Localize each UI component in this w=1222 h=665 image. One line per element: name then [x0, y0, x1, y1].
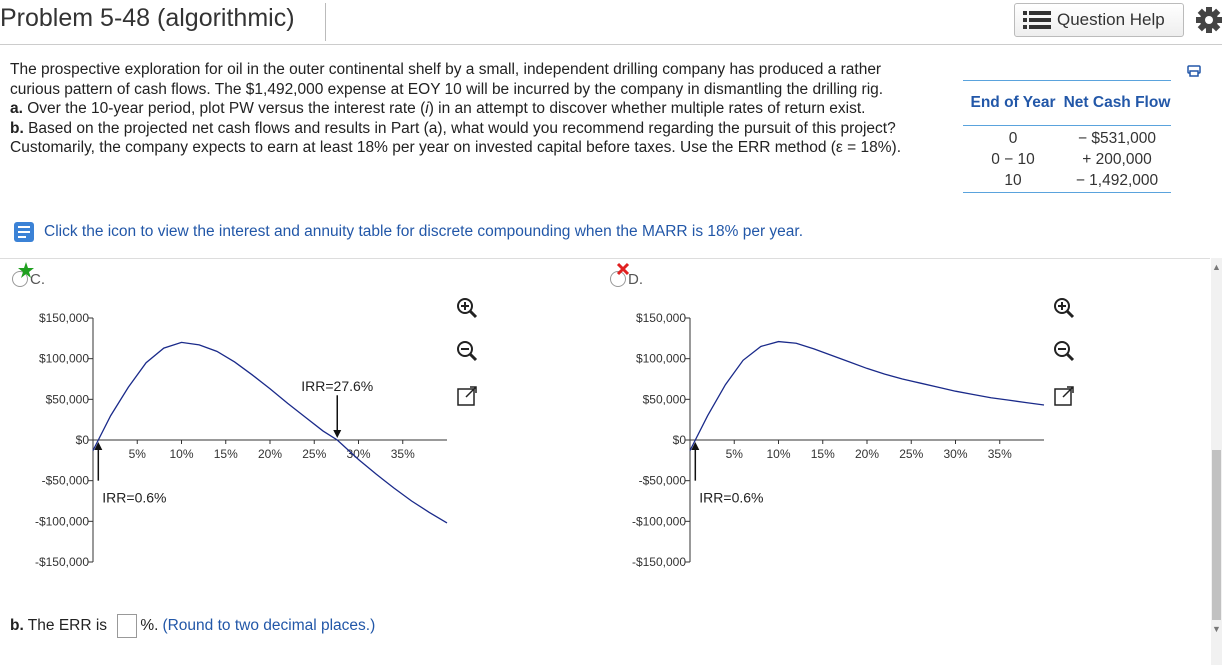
option-d-label: D.	[628, 271, 643, 288]
interest-table-link-text[interactable]: Click the icon to view the interest and …	[44, 223, 803, 241]
expand-icon[interactable]	[456, 385, 478, 407]
question-help-label: Question Help	[1057, 10, 1165, 29]
part-a-text-end: ) in an attempt to discover whether mult…	[428, 100, 866, 117]
irr-label: IRR=27.6%	[301, 378, 373, 394]
gear-icon[interactable]	[1196, 6, 1222, 34]
table-cell: − 1,492,000	[1075, 171, 1159, 189]
x-tick-label: 35%	[391, 447, 415, 461]
table-cell: 10	[1004, 171, 1022, 189]
y-tick-label: $0	[76, 433, 90, 447]
header-end-of-year: End of Year	[970, 94, 1056, 111]
x-tick-label: 15%	[811, 447, 835, 461]
scroll-down-arrow[interactable]: ▼	[1212, 624, 1221, 634]
y-tick-label: $50,000	[643, 392, 687, 406]
y-tick-label: $0	[673, 433, 687, 447]
x-tick-label: 5%	[129, 447, 147, 461]
zoom-out-icon[interactable]	[456, 340, 478, 362]
table-row: 0 − $531,000	[963, 128, 1171, 149]
err-text: The ERR is	[23, 617, 112, 634]
round-note: (Round to two decimal places.)	[162, 617, 376, 634]
x-tick-label: 20%	[855, 447, 879, 461]
table-header: End of Year Net Cash Flow	[963, 81, 1171, 125]
part-b-text: Based on the projected net cash flows an…	[10, 119, 902, 157]
err-suffix: %.	[140, 617, 159, 634]
x-tick-label: 20%	[258, 447, 282, 461]
y-tick-label: -$100,000	[35, 514, 89, 528]
x-tick-label: 15%	[214, 447, 238, 461]
table-rule	[963, 125, 1171, 126]
y-tick-label: $100,000	[39, 352, 89, 366]
option-c-label: C.	[30, 271, 45, 288]
y-tick-label: -$100,000	[632, 514, 686, 528]
irr-arrowhead	[333, 430, 342, 438]
book-icon[interactable]	[12, 220, 36, 244]
print-icon[interactable]	[1186, 62, 1202, 78]
x-tick-label: 10%	[169, 447, 193, 461]
chart-d-svg: $150,000 $100,000 $50,000 $0 -$50,000 -$100,0…	[632, 311, 1045, 569]
table-cell: 0	[1008, 129, 1018, 147]
table-cell: 0 − 10	[991, 150, 1035, 168]
part-a-label: a.	[10, 100, 23, 117]
x-tick-label: 10%	[766, 447, 790, 461]
part-b-label: b.	[10, 119, 24, 137]
expand-icon[interactable]	[1053, 385, 1075, 407]
zoom-in-icon[interactable]	[456, 297, 478, 319]
x-tick-label: 5%	[726, 447, 744, 461]
problem-intro: The prospective exploration for oil in t…	[10, 61, 884, 98]
problem-statement: The prospective exploration for oil in t…	[10, 60, 910, 158]
table-row: 10 − 1,492,000	[963, 170, 1171, 191]
page-title: Problem 5-48 (algorithmic)	[0, 4, 295, 32]
y-tick-label: -$50,000	[639, 474, 687, 488]
table-rule	[963, 192, 1171, 193]
x-tick-label: 30%	[943, 447, 967, 461]
y-tick-label: -$150,000	[632, 555, 686, 569]
y-tick-label: $150,000	[636, 311, 686, 325]
err-question: b. The ERR is %. (Round to two decimal p…	[10, 614, 375, 638]
zoom-in-icon[interactable]	[1053, 297, 1075, 319]
table-cell: − $531,000	[1077, 129, 1156, 147]
part-b-label: b.	[10, 617, 24, 634]
scroll-up-arrow[interactable]: ▲	[1212, 262, 1221, 272]
table-row: 0 − 10 + 200,000	[963, 149, 1171, 170]
part-a-text: Over the 10-year period, plot PW versus …	[22, 100, 426, 117]
err-answer-input[interactable]	[117, 614, 138, 638]
header-divider	[0, 44, 1222, 45]
x-tick-label: 25%	[899, 447, 923, 461]
question-help-button[interactable]: Question Help	[1014, 3, 1184, 37]
pw-curve	[689, 340, 1045, 451]
section-divider	[0, 258, 1210, 259]
irr-label: IRR=0.6%	[699, 490, 763, 506]
x-tick-label: 25%	[302, 447, 326, 461]
option-c[interactable]: C.	[12, 262, 52, 288]
header-net-cash-flow: Net Cash Flow	[1063, 94, 1171, 111]
y-tick-label: $50,000	[46, 392, 90, 406]
cash-flow-table: End of Year Net Cash Flow 0 − $531,000 0…	[963, 80, 1171, 193]
zoom-out-icon[interactable]	[1053, 340, 1075, 362]
scrollbar-thumb[interactable]	[1212, 450, 1221, 620]
y-tick-label: $100,000	[636, 352, 686, 366]
y-tick-label: -$150,000	[35, 555, 89, 569]
chart-c: $150,000 $100,000 $50,000 $0 -$50,000 -$100,0…	[0, 300, 460, 590]
interest-table-link[interactable]: Click the icon to view the interest and …	[12, 220, 803, 244]
divider	[325, 3, 326, 41]
y-tick-label: -$50,000	[42, 474, 90, 488]
x-tick-label: 35%	[988, 447, 1012, 461]
irr-label: IRR=0.6%	[102, 490, 166, 506]
table-cell: + 200,000	[1082, 150, 1152, 168]
chart-d: $150,000 $100,000 $50,000 $0 -$50,000 -$100,0…	[597, 300, 1057, 590]
option-d[interactable]: D.	[610, 262, 650, 288]
chart-c-svg: $150,000 $100,000 $50,000 $0 -$50,000 -$100,0…	[35, 311, 448, 569]
list-icon	[1023, 11, 1051, 29]
y-tick-label: $150,000	[39, 311, 89, 325]
